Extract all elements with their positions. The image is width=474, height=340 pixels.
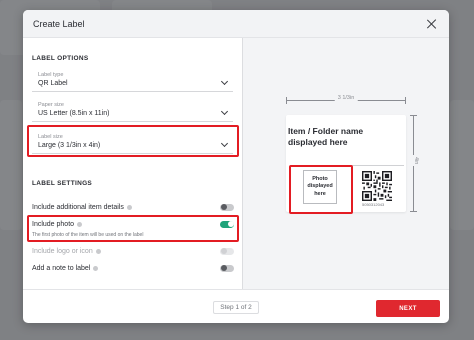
setting-add-note: Add a note to label (32, 262, 234, 274)
chevron-down-icon (220, 77, 229, 86)
step-indicator: Step 1 of 2 (213, 301, 259, 314)
next-button[interactable]: NEXT (376, 300, 440, 317)
add-note-toggle[interactable] (220, 264, 234, 272)
label-options-heading: LABEL OPTIONS (32, 55, 89, 62)
qr-code-text: 5050312043 (362, 202, 385, 207)
height-dimension: 4in (409, 115, 419, 212)
setting-additional-details: Include additional item details (32, 201, 234, 213)
setting-label: Include additional item details (32, 204, 132, 211)
paper-size-select[interactable]: Paper size US Letter (8.5in x 11in) (32, 100, 233, 122)
setting-label-text: Include logo or icon (32, 247, 93, 255)
dimension-cap (410, 211, 417, 212)
include-photo-highlight (27, 215, 239, 242)
toggle-knob (220, 265, 227, 271)
height-dimension-text: 4in (413, 155, 419, 167)
additional-details-toggle[interactable] (220, 203, 234, 211)
setting-label: Include logo or icon (32, 248, 101, 255)
setting-include-logo: Include logo or icon (32, 245, 234, 257)
dimension-cap (405, 97, 406, 104)
include-logo-toggle (220, 247, 234, 255)
label-settings-heading: LABEL SETTINGS (32, 180, 93, 187)
setting-label-text: Add a note to label (32, 264, 91, 272)
toggle-knob (220, 248, 227, 254)
width-dimension: 3 1/3in (286, 95, 406, 105)
label-type-select[interactable]: Label type QR Label (32, 70, 233, 92)
dimension-cap (286, 97, 287, 104)
modal-footer: Step 1 of 2 NEXT (23, 289, 449, 323)
setting-label: Add a note to label (32, 264, 99, 272)
paper-size-label: Paper size (38, 102, 64, 108)
modal-title: Create Label (33, 18, 85, 29)
setting-label-text: Include additional item details (32, 203, 124, 211)
label-size-highlight (27, 125, 239, 157)
label-type-value: QR Label (38, 80, 68, 87)
chevron-down-icon (220, 107, 229, 116)
modal-header: Create Label (23, 10, 449, 38)
info-icon[interactable] (95, 248, 101, 254)
info-icon[interactable] (93, 265, 99, 271)
width-dimension-text: 3 1/3in (334, 95, 358, 101)
label-type-label: Label type (38, 72, 64, 78)
toggle-knob (220, 204, 227, 210)
label-preview-title: Item / Folder name displayed here (288, 126, 364, 147)
photo-highlight (289, 165, 353, 214)
close-icon[interactable] (427, 19, 437, 29)
qr-code-icon (362, 171, 392, 201)
info-icon[interactable] (126, 204, 132, 210)
paper-size-value: US Letter (8.5in x 11in) (38, 110, 110, 117)
dimension-cap (410, 115, 417, 116)
